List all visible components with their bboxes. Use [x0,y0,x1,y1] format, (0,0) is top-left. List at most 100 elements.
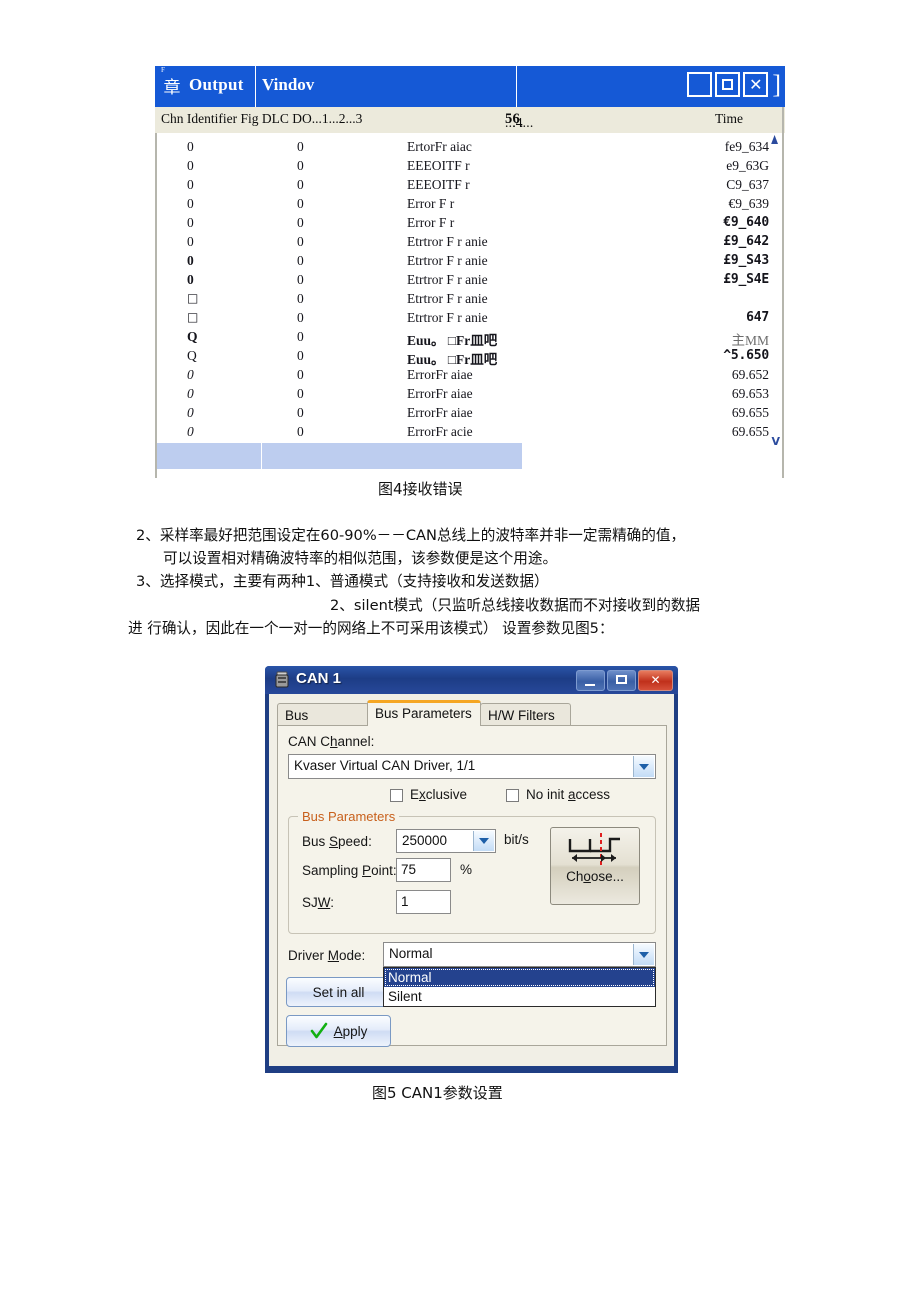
table-row[interactable]: 0 0 ErrorFr aiae 69.655 [157,405,785,425]
driver-mode-option-silent[interactable]: Silent [384,987,655,1006]
no-init-access-checkbox[interactable] [506,789,519,802]
output-window: F 章 Output Vindov ✕ ] Chn Identifier Fig… [155,66,785,478]
table-row[interactable]: 0 0 Error F r €9_640 [157,215,785,235]
can-channel-combo[interactable]: Kvaser Virtual CAN Driver, 1/1 [288,754,656,779]
dialog-client-area: Bus Statistics Bus Parameters H/W Filter… [269,694,674,1066]
row-dlc: 0 [297,386,304,401]
scroll-down-icon[interactable]: V [771,435,780,448]
close-square-icon[interactable]: ✕ [743,72,769,97]
bus-speed-value: 250000 [402,833,448,848]
table-row[interactable]: Q 0 Euu。 □Fr皿吧 ^5.650 [157,348,785,368]
table-row[interactable]: 0 0 Etrtror F r anie £9_S43 [157,253,785,273]
sjw-input[interactable]: 1 [396,890,451,914]
row-time: £9_S4E [723,272,769,287]
row-message: Etrtror F r anie [407,234,488,249]
can-channel-label: CAN Channel: [288,734,375,749]
output-message-list[interactable]: ▲ 0 0 ErtorFr aiac fe9_634 0 0 EEEOITF r e9_63G… [155,133,785,478]
row-dlc: 0 [297,234,304,249]
sjw-label: SJW: [302,895,335,910]
row-message: ErrorFr aiae [407,386,473,401]
maximize-button[interactable] [607,670,636,691]
sampling-point-label: Sampling Point: [302,863,397,878]
row-dlc: 0 [297,291,304,306]
tab-bus-statistics[interactable]: Bus Statistics [277,703,369,741]
row-time: fe9_634 [724,139,769,154]
table-row[interactable]: 0 0 ErtorFr aiac fe9_634 [157,139,785,159]
row-time: 69.655 [731,405,769,420]
table-row[interactable]: 0 0 Error F r €9_639 [157,196,785,216]
row-dlc: 0 [297,158,304,173]
table-row[interactable]: 0 0 Etrtror F r anie £9_S4E [157,272,785,292]
dialog-window-buttons: ✕ [576,670,673,691]
row-dlc: 0 [297,177,304,192]
minimize-square-icon[interactable] [687,72,713,97]
exclusive-label: Exclusive [410,787,468,802]
minimize-button[interactable] [576,670,605,691]
bit-timing-icon [568,833,620,865]
table-row[interactable]: 0 0 ErrorFr acie 69.655 [157,424,785,444]
selected-row[interactable] [157,443,522,469]
tab-bus-parameters[interactable]: Bus Parameters [367,700,481,726]
dialog-title: CAN 1 [296,670,342,687]
row-message: Euu。 □Fr皿吧 [407,333,498,348]
bus-parameters-panel: CAN Channel: Kvaser Virtual CAN Driver, … [277,726,667,1047]
row-message: ErrorFr aiae [407,405,473,420]
driver-mode-combo[interactable]: Normal [383,942,656,967]
driver-mode-option-normal[interactable]: Normal [384,968,655,987]
row-message: Etrtror F r anie [407,272,488,287]
row-time: 主MM [731,333,769,348]
row-message: EEEOITF r [407,177,470,192]
output-window-app-icon: 章 [163,78,181,98]
bus-speed-chevron-down-icon[interactable] [473,831,494,851]
apply-button[interactable]: Apply [286,1015,391,1047]
row-message: ErrorFr acie [407,424,473,439]
bus-speed-combo[interactable]: 250000 [396,829,496,853]
driver-mode-dropdown-list[interactable]: Normal Silent [383,967,656,1007]
selection-row-clip [157,443,522,469]
table-row[interactable]: 0 0 Etrtror F r anie £9_642 [157,234,785,254]
row-chn: 0 [187,386,194,401]
restore-inner-square-icon [722,79,734,90]
paragraph-3-line-3: 进 行确认，因此在一个一对一的网络上不可采用该模式） 设置参数见图5： [128,620,614,637]
choose-button[interactable]: Choose... [550,827,640,905]
output-window-titlebar[interactable]: F 章 Output Vindov ✕ ] [155,66,785,107]
table-row[interactable]: 0 0 ErrorFr aiae 69.653 [157,386,785,406]
table-row[interactable]: 0 0 EEEOITF r e9_63G [157,158,785,178]
dialog-titlebar[interactable]: CAN 1 ✕ [265,666,678,694]
row-message: Error F r [407,215,455,230]
selected-row-divider [261,443,262,469]
bus-speed-label: Bus Speed: [302,834,372,849]
chevron-down-icon[interactable] [633,756,654,777]
row-time: C9_637 [726,177,769,192]
row-time: €9_640 [723,215,769,230]
list-right-rule [782,107,784,478]
close-button[interactable]: ✕ [638,670,673,691]
table-row[interactable]: 0 0 ErrorFr aiae 69.652 [157,367,785,387]
table-row[interactable]: Q 0 Euu。 □Fr皿吧 主MM [157,329,785,349]
row-chn: Q [187,348,197,363]
row-message: ErrorFr aiae [407,367,473,382]
maximize-icon [616,675,627,684]
row-chn: 0 [187,405,194,420]
row-chn: 0 [187,424,194,439]
row-message: Etrtror F r anie [407,253,488,268]
sampling-point-input[interactable]: 75 [396,858,451,882]
bus-parameters-group-title: Bus Parameters [298,809,400,824]
tab-hw-filters[interactable]: H/W Filters [480,703,571,726]
row-time: £9_S43 [723,253,769,268]
table-row[interactable]: 0 0 EEEOITF r C9_637 [157,177,785,197]
row-time: 69.655 [731,424,769,439]
row-message: EEEOITF r [407,158,470,173]
row-chn: 0 [187,215,194,230]
paragraph-3-line-1: 3、选择模式，主要有两种1、普通模式（支持接收和发送数据） [136,573,549,590]
table-row[interactable]: □ 0 Etrtror F r anie 647 [157,310,785,330]
row-chn: 0 [187,367,194,382]
set-in-all-button[interactable]: Set in all [286,977,391,1007]
row-chn: 0 [187,196,194,211]
row-time: 69.653 [731,386,769,401]
row-chn: 0 [187,158,194,173]
table-row[interactable]: □ 0 Etrtror F r anie [157,291,785,311]
restore-square-icon[interactable] [715,72,741,97]
driver-mode-chevron-down-icon[interactable] [633,944,654,965]
exclusive-checkbox[interactable] [390,789,403,802]
